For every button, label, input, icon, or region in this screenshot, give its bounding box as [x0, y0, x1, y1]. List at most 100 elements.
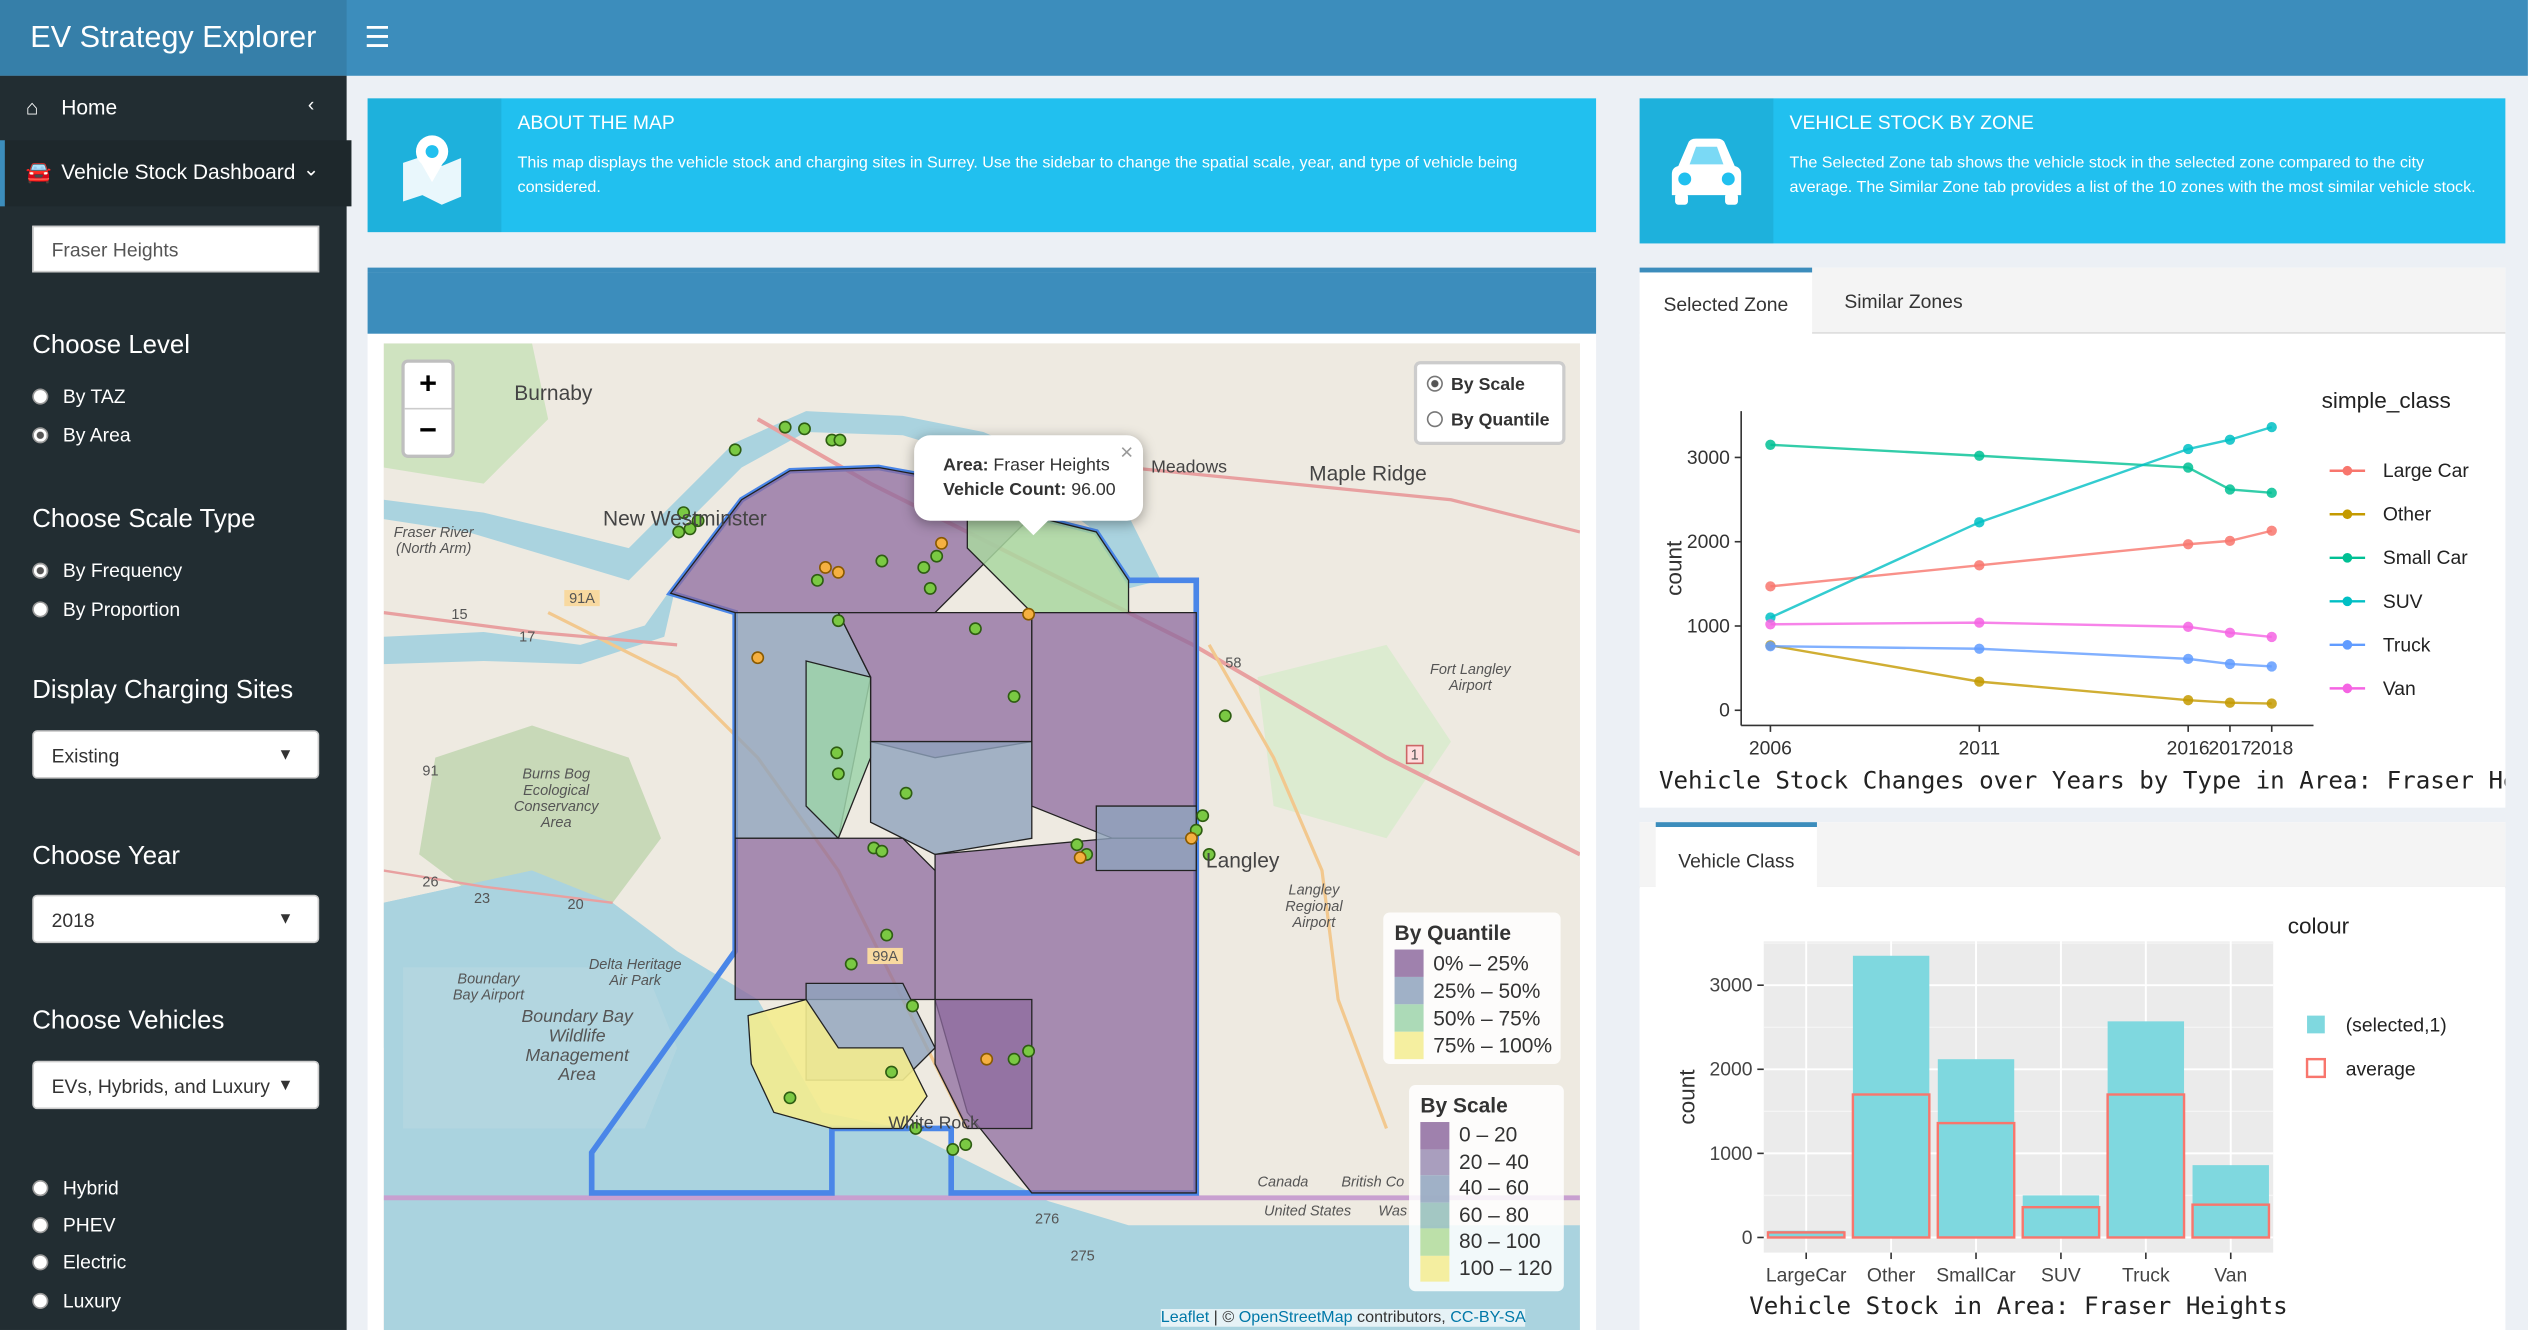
osm-link[interactable]: OpenStreetMap — [1239, 1309, 1353, 1327]
legend-swatch — [1420, 1255, 1450, 1282]
line-chart: 0 1000 2000 3000 2006 2011 201620172018 count Ve… — [1639, 338, 2506, 807]
data-point — [2224, 535, 2236, 547]
legend-swatch — [1394, 1004, 1424, 1032]
layer-option-by-quantile[interactable]: By Quantile — [1426, 411, 1550, 430]
data-point — [1765, 641, 1776, 652]
chart-title: Vehicle Stock Changes over Years by Type… — [1659, 766, 2505, 794]
x-tick-label: SUV — [2041, 1265, 2081, 1287]
layer-control: By Scale By Quantile — [1413, 361, 1566, 445]
radio-label: By Area — [62, 423, 131, 447]
popup-close-icon[interactable]: × — [1120, 438, 1133, 464]
tab-selected-zone[interactable]: Selected Zone — [1639, 267, 1813, 337]
x-tick-label: 2016 — [2167, 737, 2210, 759]
legend-item-label: 50% – 75% — [1433, 1005, 1541, 1031]
chevron-left-icon: ‹ — [307, 93, 315, 117]
radio-button[interactable] — [32, 426, 49, 444]
radio-by-frequency[interactable]: By Frequency — [32, 558, 182, 584]
vehicles-select[interactable]: EVs, Hybrids, and Luxury ▼ — [32, 1060, 320, 1110]
x-tick-label: LargeCar — [1766, 1265, 1847, 1287]
road-label: 91A — [564, 590, 600, 607]
legend-item-label: 25% – 50% — [1433, 978, 1541, 1003]
road-label: 1 — [1405, 744, 1424, 765]
data-point — [2183, 653, 2194, 665]
leaflet-link[interactable]: Leaflet — [1161, 1309, 1209, 1327]
road-label: 17 — [519, 628, 536, 645]
caret-down-icon: ▼ — [277, 1076, 294, 1095]
radio-by-proportion[interactable]: By Proportion — [32, 596, 180, 622]
radio-button[interactable] — [32, 562, 49, 579]
license-link[interactable]: CC-BY-SA — [1450, 1309, 1526, 1327]
y-tick-label: 1000 — [1709, 1143, 1752, 1165]
choose-year-heading: Choose Year — [32, 843, 180, 871]
about-map-infobox: ABOUT THE MAP This map displays the vehi… — [367, 98, 1597, 233]
radio-button[interactable] — [32, 388, 49, 405]
y-axis-title: count — [1674, 1069, 1699, 1125]
zoom-in-button[interactable]: + — [404, 363, 452, 410]
year-select[interactable]: 2018 ▼ — [32, 894, 320, 944]
radio-button[interactable] — [1426, 375, 1443, 392]
chart-title: Vehicle Stock in Area: Fraser Heights — [1749, 1292, 2287, 1320]
charging-sites-select[interactable]: Existing ▼ — [32, 730, 320, 779]
vehicle-stock-infobox: VEHICLE STOCK BY ZONE The Selected Zone … — [1639, 98, 2506, 244]
radio-hybrid[interactable]: Hybrid — [32, 1175, 119, 1201]
radio-luxury[interactable]: Luxury — [32, 1288, 121, 1314]
area-search-input[interactable]: Fraser Heights — [32, 225, 320, 273]
legend-swatch — [1420, 1122, 1450, 1149]
sidebar-item-label: Vehicle Stock Dashboard — [61, 159, 296, 184]
map-label: Meadows — [1151, 457, 1228, 478]
data-point — [1765, 439, 1776, 450]
radio-by-area[interactable]: By Area — [32, 422, 131, 448]
map-attribution: Leaflet | © OpenStreetMap contributors, … — [1160, 1309, 1526, 1327]
map-label: Burnaby — [514, 380, 593, 405]
road-label: 91 — [422, 762, 439, 779]
road-label: 276 — [1035, 1210, 1060, 1227]
data-point — [1974, 517, 1985, 528]
radio-electric[interactable]: Electric — [32, 1249, 126, 1275]
legend-key-point — [2342, 683, 2353, 694]
legend-item-label: Truck — [2383, 634, 2431, 656]
layer-option-by-scale[interactable]: By Scale — [1426, 375, 1525, 395]
radio-button[interactable] — [32, 1292, 49, 1309]
radio-button[interactable] — [32, 1253, 49, 1271]
popup-tip — [1017, 519, 1050, 536]
data-point — [2183, 621, 2194, 632]
layer-option-label: By Scale — [1450, 375, 1525, 395]
data-point — [1974, 676, 1985, 687]
radio-button[interactable] — [32, 1216, 49, 1233]
radio-by-taz[interactable]: By TAZ — [32, 384, 126, 410]
choose-scale-type-heading: Choose Scale Type — [32, 506, 256, 534]
vehicle-stock-text: The Selected Zone tab shows the vehicle … — [1789, 154, 2476, 197]
sidebar-item-vehicle-stock-dashboard[interactable]: 🚘 Vehicle Stock Dashboard ⌄ — [0, 140, 352, 207]
tab-similar-zones[interactable]: Similar Zones — [1844, 268, 1989, 332]
radio-button[interactable] — [32, 601, 49, 618]
zoom-out-button[interactable]: − — [405, 409, 452, 454]
legend-title: By Quantile — [1394, 920, 1512, 945]
tab-vehicle-class[interactable]: Vehicle Class — [1655, 822, 1817, 892]
bar-selected — [1937, 1059, 2015, 1238]
legend-swatch — [1420, 1148, 1450, 1176]
radio-button[interactable] — [32, 1179, 49, 1196]
choose-vehicles-heading: Choose Vehicles — [32, 1007, 225, 1035]
y-tick-label: 0 — [1719, 700, 1730, 722]
legend-item-label: 20 – 40 — [1459, 1148, 1529, 1173]
legend-swatch — [1394, 976, 1424, 1005]
legend-title: simple_class — [2322, 388, 2451, 413]
radio-label: PHEV — [62, 1213, 116, 1237]
attribution-text: contributors, — [1352, 1309, 1451, 1327]
radio-phev[interactable]: PHEV — [32, 1212, 116, 1238]
home-icon: ⌂ — [25, 95, 39, 120]
legend-item-label: 60 – 80 — [1459, 1201, 1529, 1227]
radio-button[interactable] — [1426, 411, 1443, 428]
map-box-header — [367, 272, 1597, 334]
road-label: 99A — [867, 947, 903, 965]
select-value: Existing — [51, 744, 120, 768]
bar-chart: 0 1000 2000 3000 LargeCar Other SmallCar SUV Tru… — [1639, 886, 2506, 1330]
popup-area-value: Fraser Heights — [993, 456, 1110, 476]
legend-item-label: SUV — [2383, 591, 2423, 613]
display-charging-sites-heading: Display Charging Sites — [32, 677, 294, 705]
y-tick-label: 3000 — [1709, 975, 1752, 997]
sidebar-item-home[interactable]: ⌂ Home ‹ — [0, 76, 347, 140]
sidebar-toggle-icon[interactable]: ☰ — [364, 21, 390, 55]
map-label: Boundary Bay Wildlife Management Area — [521, 1007, 633, 1085]
legend-item-label: 40 – 60 — [1459, 1175, 1529, 1200]
